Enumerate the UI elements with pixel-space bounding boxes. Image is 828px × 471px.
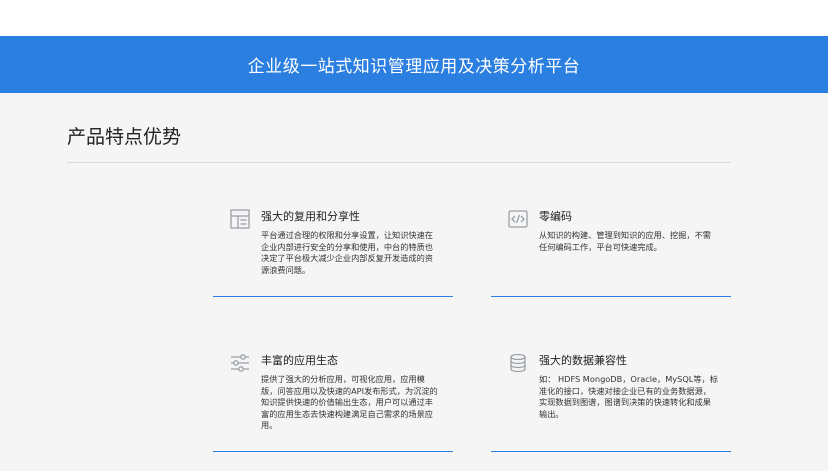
feature-card-reuse: 强大的复用和分享性 平台通过合理的权限和分享设置，让知识快速在企业内部进行安全的… [213,208,453,298]
section-title: 产品特点优势 [67,126,182,148]
feature-description: 提供了强大的分析应用，可视化应用，应用模版，问答应用以及快速的API发布形式，为… [261,374,438,430]
feature-card-no-code: 零编码 从知识的构建、管理到知识的应用、挖掘，不需任何编码工作，平台可快速完成。 [491,208,731,298]
code-icon [507,208,529,230]
banner-title: 企业级一站式知识管理应用及决策分析平台 [247,57,581,77]
card-underline [213,451,453,452]
feature-title: 强大的数据兼容性 [539,354,627,367]
card-underline [213,296,453,297]
feature-title: 强大的复用和分享性 [261,210,360,223]
feature-description: 从知识的构建、管理到知识的应用、挖掘，不需任何编码工作，平台可快速完成。 [539,230,711,252]
card-underline [491,296,731,297]
sliders-icon [229,352,251,374]
section-divider [67,162,731,163]
feature-description: 平台通过合理的权限和分享设置，让知识快速在企业内部进行安全的分享和使用，中台的特… [261,230,433,275]
feature-description: 如： HDFS MongoDB，Oracle，MySQL等，标准化的接口，快速对… [539,374,718,419]
database-icon [507,352,529,374]
hero-banner: 企业级一站式知识管理应用及决策分析平台 [0,36,828,93]
feature-card-ecosystem: 丰富的应用生态 提供了强大的分析应用，可视化应用，应用模版，问答应用以及快速的A… [213,352,453,454]
feature-card-compatibility: 强大的数据兼容性 如： HDFS MongoDB，Oracle，MySQL等，标… [491,352,731,454]
layout-icon [229,208,251,230]
top-bar [0,0,828,36]
feature-title: 零编码 [539,210,572,223]
feature-title: 丰富的应用生态 [261,354,338,367]
card-underline [491,451,731,452]
